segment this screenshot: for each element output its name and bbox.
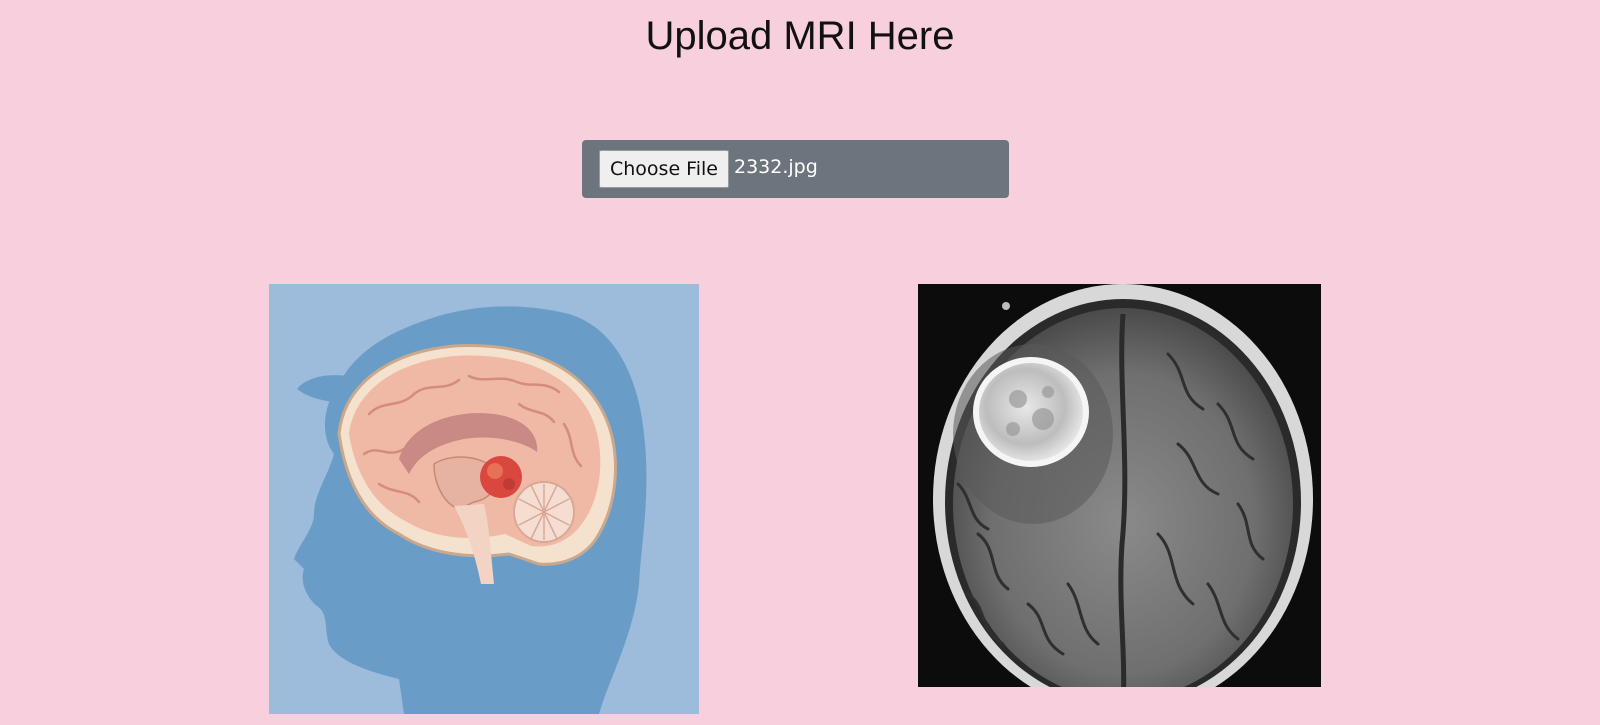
mri-scan-image <box>918 284 1321 687</box>
mri-scan-icon <box>918 284 1321 687</box>
selected-file-name: 2332.jpg <box>734 156 818 178</box>
choose-file-button[interactable]: Choose File <box>599 150 729 188</box>
brain-anatomy-illustration <box>269 284 699 714</box>
brain-anatomy-illustration-icon <box>269 284 699 714</box>
page-title: Upload MRI Here <box>645 14 955 58</box>
page: Upload MRI Here Choose File 2332.jpg <box>0 0 1600 725</box>
file-upload-control[interactable]: Choose File 2332.jpg <box>582 140 1009 198</box>
